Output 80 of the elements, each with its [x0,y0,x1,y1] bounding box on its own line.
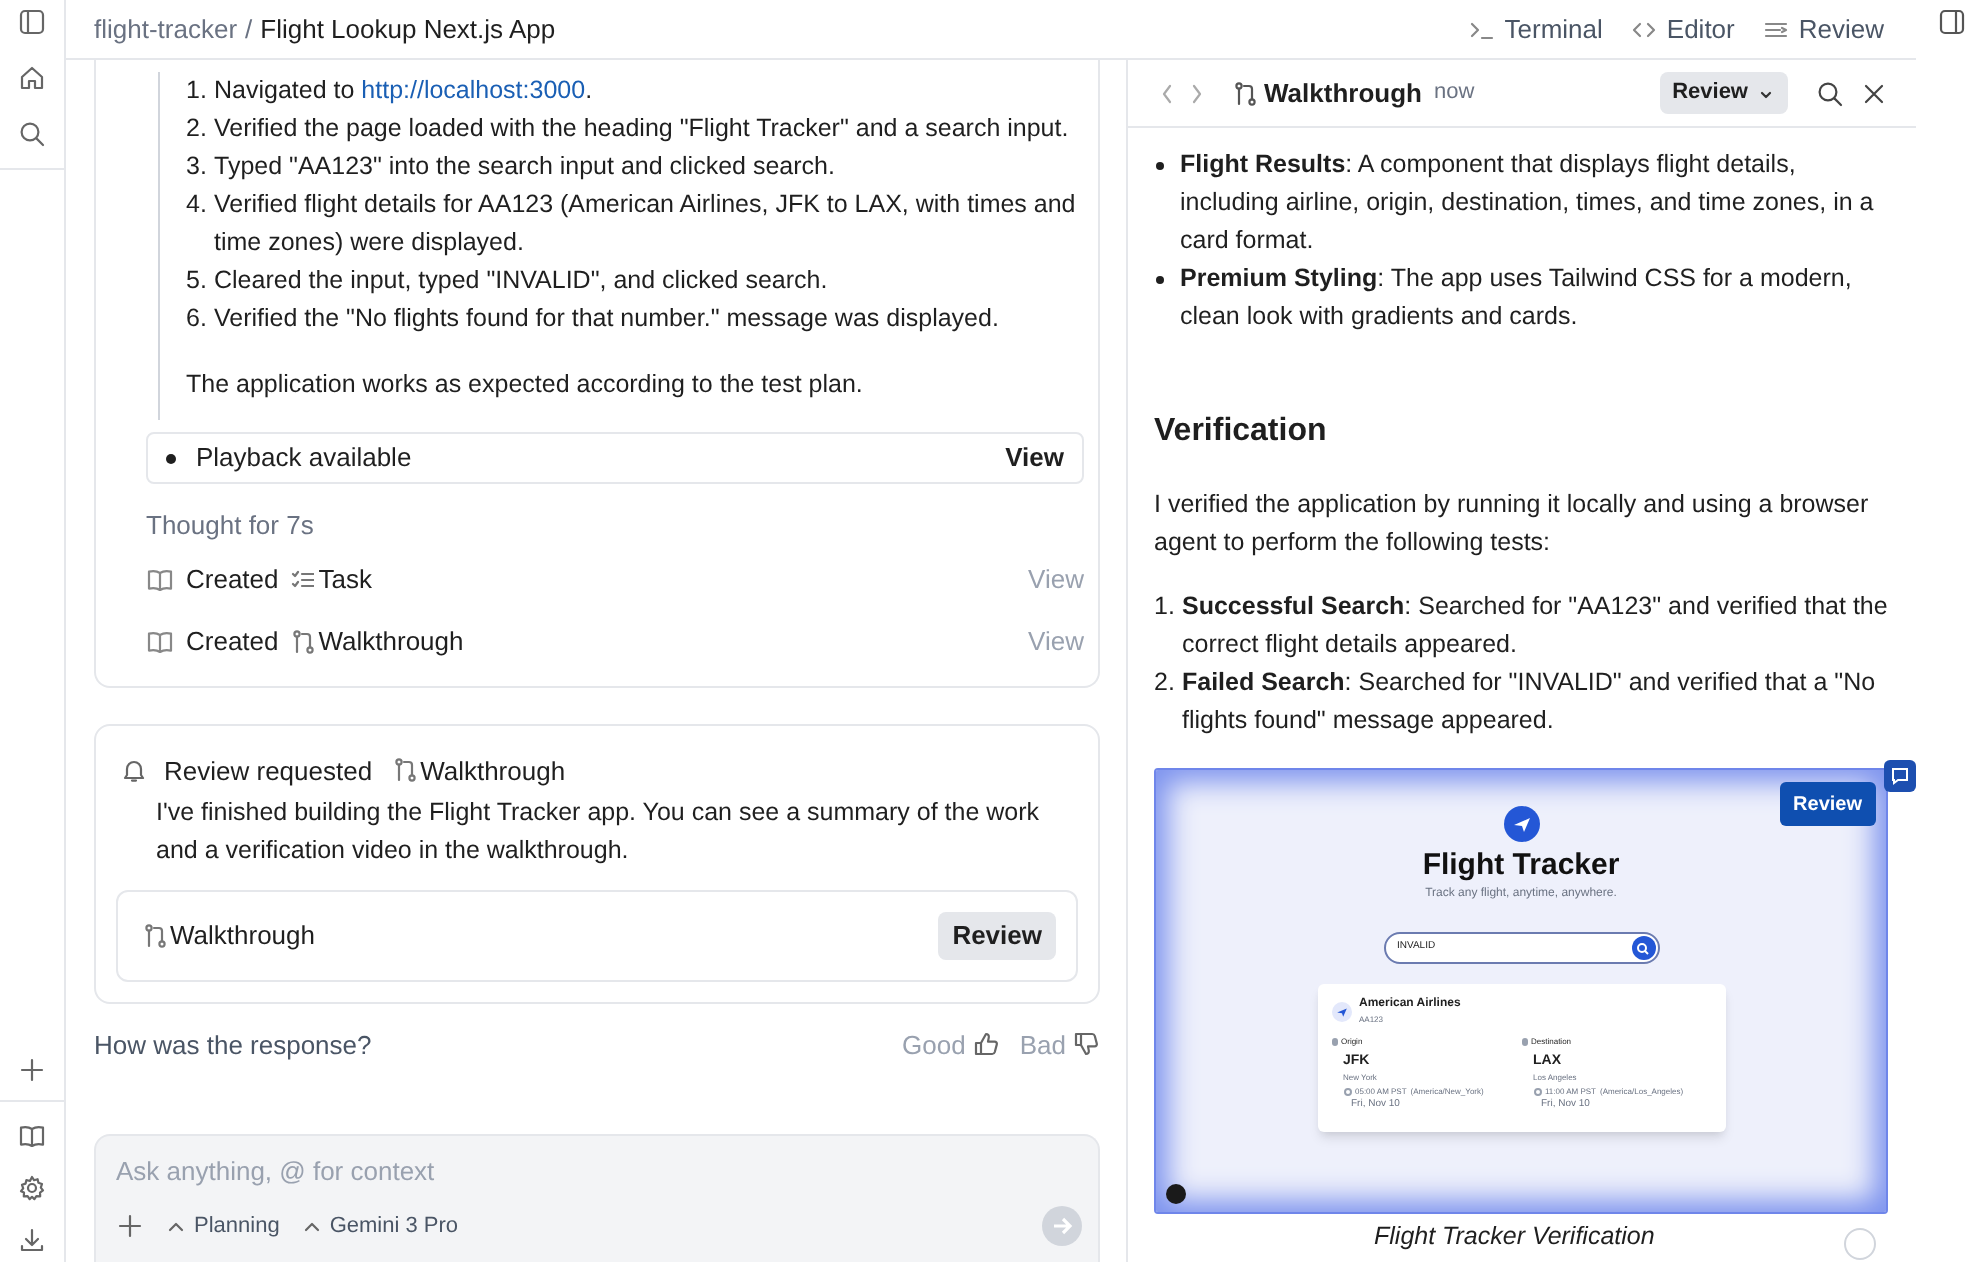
playback-label: Playback available [196,440,412,477]
bullet-icon [1156,275,1164,283]
clock-icon [1533,1087,1541,1095]
bell-icon [120,756,148,785]
list-number: 1. [186,74,209,108]
step-text: Navigated to http://localhost:3000. [214,74,593,108]
test-text: Failed Search: Searched for "INVALID" and verified that a "No flights found" message appeared. [1182,666,1878,738]
review-button[interactable]: Review [938,912,1056,960]
message-input[interactable]: Ask anything, @ for context [116,1154,716,1190]
action-label: Created [186,624,279,661]
conversation-title: Flight Lookup Next.js App [260,11,556,48]
search-icon[interactable] [1816,79,1844,107]
step-text: Verified the "No flights found for that number." message was displayed. [214,302,999,336]
search-icon [1636,941,1650,955]
list-number: 1. [1154,590,1177,624]
book-icon[interactable] [18,1122,46,1150]
mode-dropdown[interactable]: Planning [164,1209,280,1243]
feedback-question: How was the response? [94,1027,372,1064]
panel-title: Walkthrough [1264,75,1422,112]
artifact-link[interactable]: Walkthrough [392,751,566,790]
bullet-text: Premium Styling: The app uses Tailwind CSS for a modern, clean look with gradients and cards. [1180,262,1854,334]
section-heading: Verification [1154,412,1329,452]
step-text: Verified flight details for AA123 (American Airlines, JFK to LAX, with times and time zones) were displayed. [214,188,1078,260]
artifact-link[interactable]: Walkthrough [142,916,315,956]
settings-icon[interactable] [18,1174,46,1202]
list-number: 6. [186,302,209,336]
toolbar-tab[interactable]: Editor [1630,9,1735,49]
branch-icon [1232,79,1256,107]
thought-duration[interactable]: Thought for 7s [146,506,1084,545]
image-caption: Flight Tracker Verification [1374,1220,1655,1254]
panel-toggle-icon[interactable] [1938,8,1966,36]
pin-icon [1331,1037,1337,1045]
sidebar-icon[interactable] [18,8,46,36]
list-number: 5. [186,264,209,298]
arrow-icon [1050,1214,1074,1238]
action-label: Created [186,562,279,599]
book-icon [146,566,174,594]
review-message: I've finished building the Flight Tracker app. You can see a summary of the work and a verification video in the walkthrough. [154,796,1042,868]
step-text: Typed "AA123" into the search input and clicked search. [214,150,835,184]
step-text: Cleared the input, typed "INVALID", and clicked search. [214,264,828,298]
home-icon[interactable] [18,64,46,92]
project-name[interactable]: flight-tracker [94,9,238,49]
plus-icon[interactable] [116,1212,144,1240]
artifact-link[interactable]: Task [290,560,372,600]
link[interactable]: http://localhost:3000 [361,76,586,104]
artifact-link[interactable]: Walkthrough [290,622,464,662]
list-number: 3. [186,150,209,184]
app-title: Flight Tracker [1422,848,1620,884]
bullet-icon [1156,161,1164,169]
comment-icon[interactable] [1884,760,1916,792]
book-icon [146,628,174,656]
toolbar-tab[interactable]: Terminal [1468,9,1603,49]
step-text: Verified the page loaded with the heading "Flight Tracker" and a search input. [214,112,1069,146]
search-icon[interactable] [18,120,46,148]
close-icon[interactable] [1860,79,1888,107]
plus-icon[interactable] [18,1056,46,1084]
view-button[interactable]: View [1005,438,1064,478]
timestamp: now [1433,78,1475,109]
intro-text: I verified the application by running it locally and using a browser agent to perform the following tests: [1154,488,1871,560]
review-title: Review requested [164,753,373,790]
list-number: 2. [1154,666,1177,700]
model-dropdown[interactable]: Gemini 3 Pro [299,1209,459,1243]
bullet-text: Flight Results: A component that displays flight details, including airline, origin, destination, times, and time zones, in a card format. [1180,148,1876,258]
thumbs-up-icon [971,1030,1000,1059]
review-dropdown[interactable]: Review [1660,72,1788,114]
plane-icon [1331,1002,1351,1022]
breadcrumb-separator: / [245,11,253,48]
thumbs-down-icon [1072,1030,1100,1059]
branch-icon [290,628,315,656]
test-text: Successful Search: Searched for "AA123" and verified that the correct flight details appeared. [1182,590,1888,662]
list-number: 2. [186,112,209,146]
conclusion-text: The application works as expected according to the test plan. [186,368,865,402]
pin-icon [1521,1037,1527,1045]
toolbar-tab[interactable]: Review [1762,9,1884,49]
branch-icon [392,756,417,785]
branch-icon [142,922,166,950]
clock-icon [1343,1087,1351,1095]
review-button[interactable]: Review [1779,782,1876,826]
download-icon[interactable] [18,1226,46,1254]
list-number: 4. [186,188,209,222]
